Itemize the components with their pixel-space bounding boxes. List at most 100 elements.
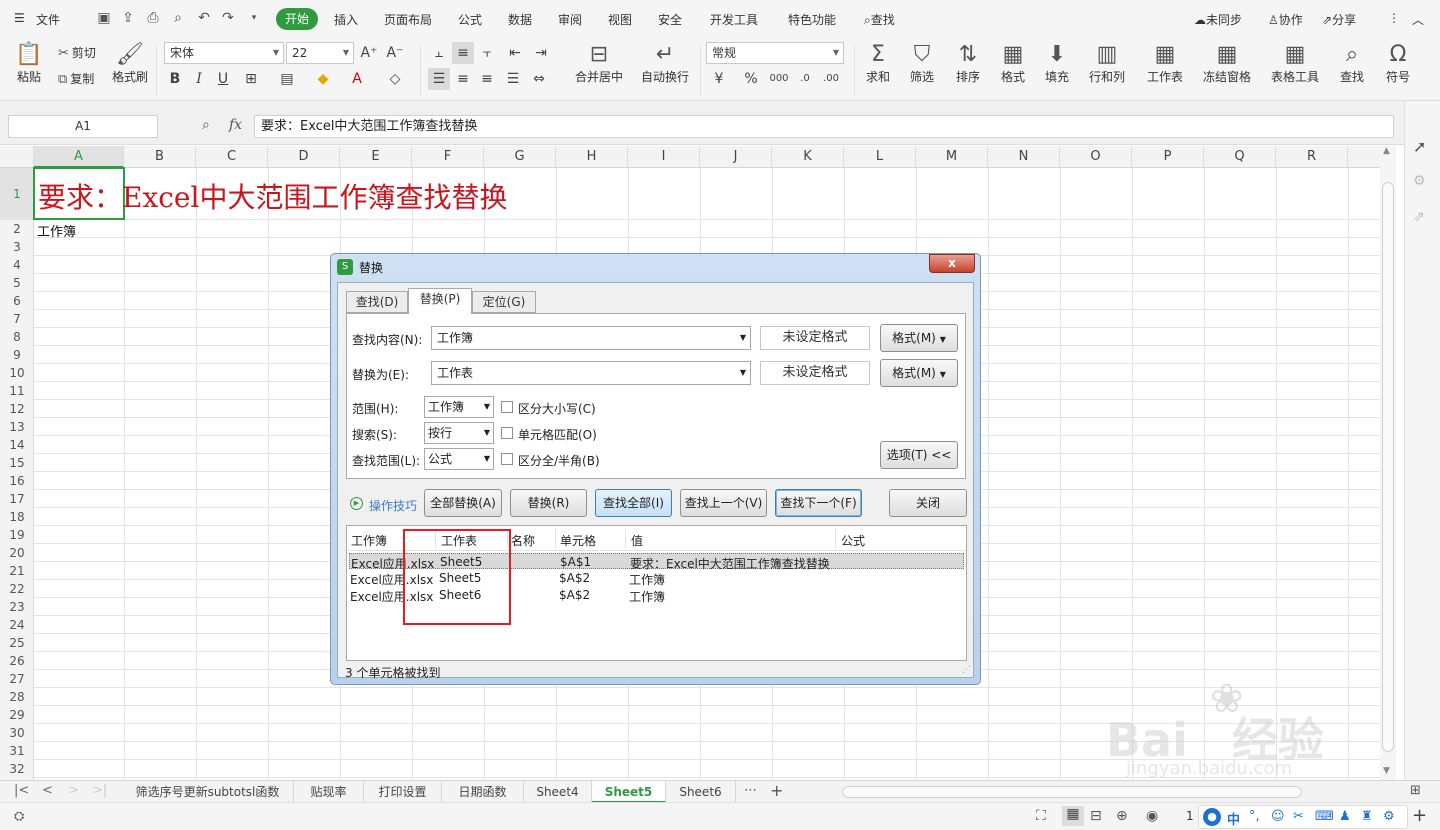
row-header-10[interactable]: 10 bbox=[0, 364, 34, 382]
collapse-ribbon-icon[interactable]: ︿ bbox=[1412, 11, 1424, 28]
column-header-r[interactable]: R bbox=[1276, 146, 1348, 168]
freeze-panes-button[interactable]: ▦ 冻结窗格 bbox=[1196, 42, 1258, 85]
row-header-32[interactable]: 32 bbox=[0, 760, 34, 778]
page-layout-icon[interactable]: ⊕ bbox=[1116, 808, 1128, 824]
row-header-6[interactable]: 6 bbox=[0, 292, 34, 310]
align-left-icon[interactable]: ☰ bbox=[428, 68, 450, 90]
column-header-f[interactable]: F bbox=[412, 146, 484, 168]
increase-font-icon[interactable]: A⁺ bbox=[358, 42, 380, 64]
row-col-button[interactable]: ▥ 行和列 bbox=[1082, 42, 1132, 85]
scroll-thumb[interactable] bbox=[1382, 182, 1394, 752]
symbol-button[interactable]: Ω 符号 bbox=[1378, 42, 1418, 85]
format-painter-button[interactable]: 🖌 格式刷 bbox=[110, 42, 150, 85]
column-header-j[interactable]: J bbox=[700, 146, 772, 168]
column-header-e[interactable]: E bbox=[340, 146, 412, 168]
chevron-down-icon[interactable]: ▼ bbox=[740, 362, 746, 384]
save-icon[interactable]: ▣ bbox=[96, 10, 112, 26]
align-bottom-icon[interactable]: ⫟ bbox=[476, 42, 498, 64]
quick-access-dropdown-icon[interactable]: ▾ bbox=[246, 10, 262, 26]
results-header-value[interactable]: 值 bbox=[631, 532, 643, 549]
search-order-select[interactable]: 按行 ▼ bbox=[424, 422, 494, 444]
currency-icon[interactable]: ¥ bbox=[708, 68, 730, 90]
tab-page-layout[interactable]: 页面布局 bbox=[384, 11, 432, 28]
add-sheet-icon[interactable]: + bbox=[770, 781, 783, 800]
row-header-3[interactable]: 3 bbox=[0, 238, 34, 256]
thousands-icon[interactable]: 000 bbox=[768, 68, 790, 90]
row-header-7[interactable]: 7 bbox=[0, 310, 34, 328]
eye-protect-icon[interactable]: ◉ bbox=[1146, 808, 1158, 824]
bold-icon[interactable]: B bbox=[164, 68, 186, 90]
menu-search[interactable]: ⌕查找 bbox=[864, 11, 895, 28]
results-header-book[interactable]: 工作簿 bbox=[351, 532, 387, 549]
column-header-k[interactable]: K bbox=[772, 146, 844, 168]
lookin-select[interactable]: 公式 ▼ bbox=[424, 448, 494, 470]
tab-find[interactable]: 查找(D) bbox=[346, 291, 408, 313]
column-header-l[interactable]: L bbox=[844, 146, 916, 168]
increase-decimal-icon[interactable]: .0 bbox=[794, 68, 816, 90]
select-all-corner[interactable] bbox=[0, 146, 34, 168]
merge-center-button[interactable]: ⊟ 合并居中 bbox=[568, 42, 630, 85]
table-tools-button[interactable]: ▦ 表格工具 bbox=[1264, 42, 1326, 85]
row-header-30[interactable]: 30 bbox=[0, 724, 34, 742]
formula-input[interactable]: 要求：Excel中大范围工作簿查找替换 bbox=[254, 115, 1394, 138]
tab-formulas[interactable]: 公式 bbox=[458, 11, 482, 28]
column-header-i[interactable]: I bbox=[628, 146, 700, 168]
font-name-select[interactable]: 宋体 ▼ bbox=[164, 42, 284, 64]
resize-grip-icon[interactable]: ⋰ bbox=[962, 665, 971, 675]
results-header-formula[interactable]: 公式 bbox=[841, 532, 865, 549]
column-header-h[interactable]: H bbox=[556, 146, 628, 168]
fill-color-icon[interactable]: ◆ bbox=[312, 68, 334, 90]
options-button[interactable]: 选项(T) << bbox=[880, 441, 958, 469]
row-header-25[interactable]: 25 bbox=[0, 634, 34, 652]
row-header-14[interactable]: 14 bbox=[0, 436, 34, 454]
replace-button[interactable]: 替换(R) bbox=[510, 489, 587, 517]
align-middle-icon[interactable]: ≡ bbox=[452, 42, 474, 64]
close-icon[interactable]: x bbox=[929, 254, 975, 273]
page-break-icon[interactable]: ⊟ bbox=[1090, 808, 1102, 824]
wrap-text-button[interactable]: ↵ 自动换行 bbox=[638, 42, 692, 85]
tab-special-features[interactable]: 特色功能 bbox=[788, 11, 836, 28]
sheet-tab[interactable]: 日期函数 bbox=[442, 781, 524, 803]
prev-sheet-icon[interactable]: < bbox=[42, 783, 53, 798]
align-top-icon[interactable]: ⫠ bbox=[428, 42, 450, 64]
horizontal-scrollbar[interactable] bbox=[842, 786, 1302, 798]
sheet-tab[interactable]: Sheet6 bbox=[666, 781, 736, 803]
ime-emoji-icon[interactable]: ☺ bbox=[1271, 809, 1285, 824]
find-input[interactable]: 工作簿 ▼ bbox=[431, 326, 751, 350]
column-header-q[interactable]: Q bbox=[1204, 146, 1276, 168]
share-icon[interactable]: ⇗ bbox=[1413, 209, 1425, 225]
sync-status[interactable]: ☁未同步 bbox=[1194, 11, 1242, 28]
number-format-select[interactable]: 常规 ▼ bbox=[706, 42, 844, 64]
match-width-checkbox[interactable] bbox=[501, 453, 513, 465]
tab-review[interactable]: 审阅 bbox=[558, 11, 582, 28]
tab-start[interactable]: 开始 bbox=[276, 8, 318, 30]
normal-view-icon[interactable]: ▦ bbox=[1062, 806, 1084, 826]
column-header-g[interactable]: G bbox=[484, 146, 556, 168]
find-all-button[interactable]: 查找全部(I) bbox=[595, 489, 672, 517]
ime-skin-icon[interactable]: ♜ bbox=[1361, 809, 1373, 824]
row-header-31[interactable]: 31 bbox=[0, 742, 34, 760]
close-button[interactable]: 关闭 bbox=[889, 489, 967, 517]
sheet-tab[interactable]: 筛选序号更新subtotsl函数 bbox=[122, 781, 294, 803]
results-header-sheet[interactable]: 工作表 bbox=[441, 532, 477, 549]
ime-user-icon[interactable]: ♟ bbox=[1339, 809, 1351, 824]
row-header-1[interactable]: 1 bbox=[0, 168, 34, 220]
scroll-down-icon[interactable]: ▼ bbox=[1383, 766, 1390, 776]
row-header-15[interactable]: 15 bbox=[0, 454, 34, 472]
tab-insert[interactable]: 插入 bbox=[334, 11, 358, 28]
next-sheet-icon[interactable]: > bbox=[68, 783, 79, 798]
cell-a2[interactable]: 工作簿 bbox=[37, 221, 76, 240]
replace-all-button[interactable]: 全部替换(A) bbox=[424, 489, 502, 517]
row-header-9[interactable]: 9 bbox=[0, 346, 34, 364]
row-header-27[interactable]: 27 bbox=[0, 670, 34, 688]
decrease-font-icon[interactable]: A⁻ bbox=[384, 42, 406, 64]
decrease-decimal-icon[interactable]: .00 bbox=[820, 68, 842, 90]
distribute-icon[interactable]: ⇔ bbox=[528, 68, 550, 90]
row-header-4[interactable]: 4 bbox=[0, 256, 34, 274]
filter-button[interactable]: ⛉ 筛选 bbox=[904, 42, 940, 85]
first-sheet-icon[interactable]: |< bbox=[14, 783, 29, 798]
column-header-c[interactable]: C bbox=[196, 146, 268, 168]
share-button[interactable]: ⇗分享 bbox=[1322, 11, 1356, 28]
align-center-icon[interactable]: ≡ bbox=[452, 68, 474, 90]
zoom-in-icon[interactable]: + bbox=[1412, 805, 1427, 826]
